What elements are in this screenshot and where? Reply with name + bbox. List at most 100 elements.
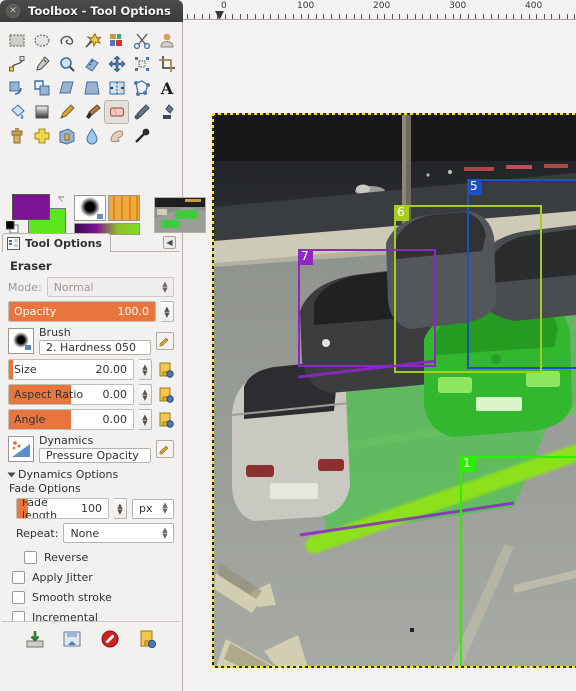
active-brush-swatch[interactable] (74, 195, 106, 221)
ruler-tick (353, 14, 355, 19)
paintbrush-tool[interactable] (79, 100, 104, 124)
apply-jitter-checkbox-row[interactable]: Apply Jitter (12, 567, 174, 587)
mode-select[interactable]: Normal ▲ ▼ (46, 277, 174, 297)
ruler-tick (407, 14, 408, 19)
foreground-color-swatch[interactable] (12, 194, 50, 220)
measure-tool[interactable] (79, 52, 104, 76)
scissors-select-tool[interactable] (129, 28, 154, 52)
fade-length-slider[interactable]: Fade length 100 (16, 498, 109, 519)
angle-stepper[interactable]: ▲ ▼ (139, 409, 152, 430)
flip-tool[interactable] (104, 76, 129, 100)
toolbox-indicator-area (4, 194, 206, 236)
ruler-label: 400 (525, 1, 543, 11)
layer-boundary: 5 6 7 1 (212, 113, 576, 668)
ruler-tick (376, 14, 378, 19)
canvas-area[interactable]: 5671 https://blog.csdn.net/chengyq116 (183, 20, 576, 691)
paths-tool[interactable] (4, 52, 29, 76)
dynamics-select[interactable]: Pressure Opacity (39, 448, 151, 463)
perspective-tool[interactable] (79, 76, 104, 100)
size-slider[interactable]: Size 20.00 (8, 359, 134, 380)
collapse-icon[interactable]: ◀ (163, 236, 176, 249)
ruler-tick (300, 14, 302, 19)
ruler-tick (391, 14, 393, 19)
select-by-color-tool[interactable] (104, 28, 129, 52)
ink-tool[interactable] (154, 100, 179, 124)
fade-options-label: Fade Options (9, 482, 81, 495)
image-thumbnail[interactable] (154, 197, 206, 233)
opacity-row: Opacity 100.0 ▲ ▼ (8, 301, 174, 322)
bucket-fill-tool[interactable] (4, 100, 29, 124)
save-icon[interactable] (25, 629, 45, 649)
move-tool[interactable] (104, 52, 129, 76)
apply-jitter-checkbox[interactable] (12, 570, 25, 584)
gradient-tool[interactable] (29, 100, 54, 124)
brush-select[interactable]: 2. Hardness 050 (39, 340, 151, 355)
smooth-stroke-checkbox[interactable] (12, 590, 25, 604)
tab-tool-options[interactable]: Tool Options (2, 233, 111, 252)
angle-slider[interactable]: Angle 0.00 (8, 409, 134, 430)
size-stepper[interactable]: ▲ ▼ (139, 359, 152, 380)
text-tool[interactable]: A (154, 76, 179, 100)
horizontal-ruler[interactable]: 0 100 200 300 400 (183, 0, 576, 20)
eraser-tool[interactable] (104, 100, 129, 124)
window-titlebar[interactable]: ✕ Toolbox - Tool Options (0, 0, 183, 22)
dynamics-options-disclosure[interactable]: Dynamics Options (7, 468, 174, 481)
fade-unit-select[interactable]: px ▲ ▼ (132, 498, 174, 519)
angle-reset-icon[interactable] (157, 411, 174, 428)
foreground-select-tool[interactable] (154, 28, 179, 52)
ruler-tick (239, 14, 241, 19)
reverse-checkbox-row[interactable]: Reverse (24, 547, 174, 567)
fuzzy-select-tool[interactable] (79, 28, 104, 52)
pencil-tool[interactable] (54, 100, 79, 124)
swap-colors-icon[interactable] (55, 194, 68, 207)
perspective-clone-tool[interactable] (54, 124, 79, 148)
ruler-tick (338, 14, 340, 19)
ruler-tick (399, 14, 401, 19)
airbrush-tool[interactable] (129, 100, 154, 124)
foreground-background-colors[interactable] (6, 194, 68, 234)
aspect-ratio-slider[interactable]: Aspect Ratio 0.00 (8, 384, 134, 405)
opacity-stepper[interactable]: ▲ ▼ (161, 301, 174, 322)
reset-icon[interactable] (137, 629, 157, 649)
brush-preview-icon[interactable] (8, 327, 34, 354)
active-pattern-swatch[interactable] (108, 195, 140, 221)
ruler-tick (566, 14, 568, 19)
dynamics-preview-icon[interactable] (8, 435, 34, 462)
angle-row: Angle 0.00 ▲ ▼ (8, 409, 174, 430)
smudge-tool[interactable] (104, 124, 129, 148)
ruler-label: 200 (373, 1, 391, 11)
ruler-tick (437, 14, 439, 19)
dynamics-edit-icon[interactable] (156, 439, 174, 458)
dynamics-label: Dynamics (39, 434, 94, 447)
opacity-slider[interactable]: Opacity 100.0 (8, 301, 156, 322)
clone-tool[interactable] (4, 124, 29, 148)
scale-tool[interactable] (29, 76, 54, 100)
ruler-tick (186, 14, 188, 19)
aspect-ratio-reset-icon[interactable] (157, 386, 174, 403)
free-select-tool[interactable] (54, 28, 79, 52)
shear-tool[interactable] (54, 76, 79, 100)
blur-sharpen-tool[interactable] (79, 124, 104, 148)
reverse-checkbox[interactable] (24, 550, 37, 564)
heal-tool[interactable] (29, 124, 54, 148)
fade-length-stepper[interactable]: ▲ ▼ (114, 498, 127, 519)
close-icon[interactable]: ✕ (6, 4, 20, 18)
restore-icon[interactable] (62, 629, 82, 649)
tool-options-title: Eraser (10, 259, 52, 273)
size-reset-icon[interactable] (157, 361, 174, 378)
dodge-burn-tool[interactable] (129, 124, 154, 148)
rotate-tool[interactable] (4, 76, 29, 100)
align-tool[interactable] (129, 52, 154, 76)
aspect-ratio-stepper[interactable]: ▲ ▼ (139, 384, 152, 405)
color-picker-tool[interactable] (29, 52, 54, 76)
crop-tool[interactable] (154, 52, 179, 76)
smooth-stroke-checkbox-row[interactable]: Smooth stroke (12, 587, 174, 607)
cage-transform-tool[interactable] (129, 76, 154, 100)
delete-icon[interactable] (100, 629, 120, 649)
ellipse-select-tool[interactable] (29, 28, 54, 52)
repeat-select[interactable]: None ▲ ▼ (63, 523, 174, 543)
canvas-image[interactable]: 5 6 7 1 (214, 115, 576, 666)
zoom-tool[interactable] (54, 52, 79, 76)
rect-select-tool[interactable] (4, 28, 29, 52)
edit-icon[interactable] (156, 331, 174, 350)
